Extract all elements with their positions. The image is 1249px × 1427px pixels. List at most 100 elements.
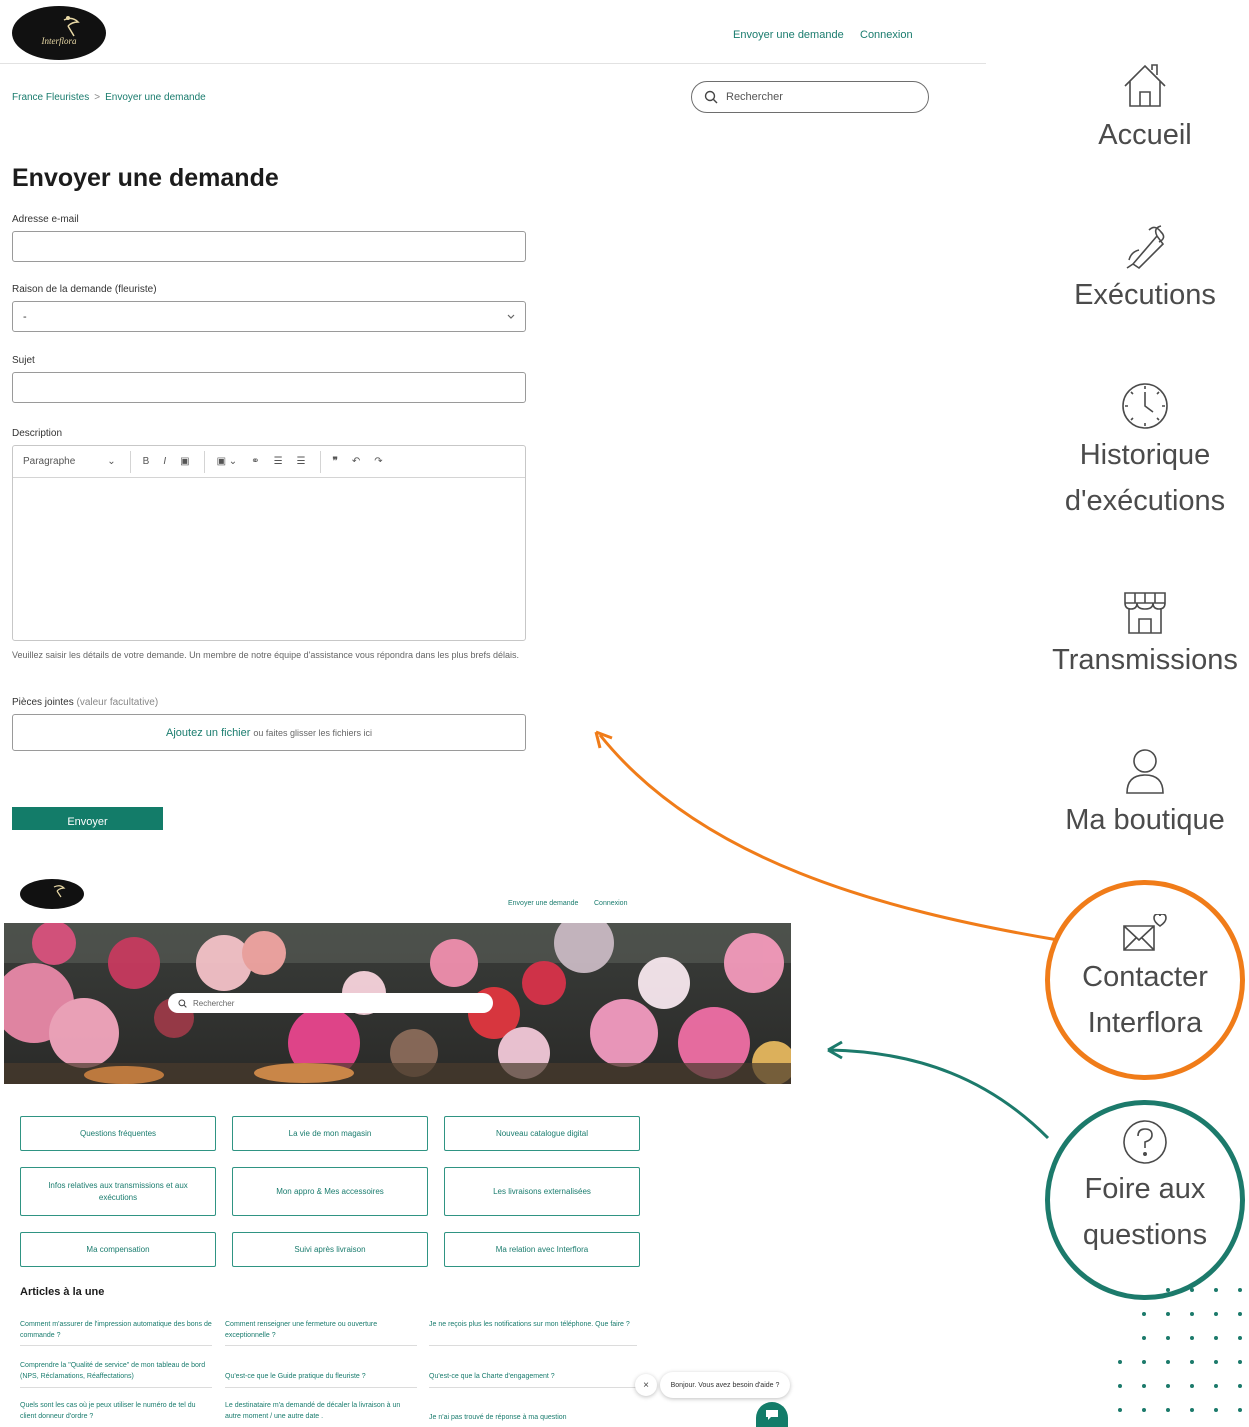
attachments-label-text: Pièces jointes <box>12 697 74 708</box>
toolbar-separator <box>129 450 131 473</box>
chat-bubble[interactable]: Bonjour. Vous avez besoin d'aide ? <box>660 1372 790 1398</box>
undo-icon[interactable]: ↶ <box>352 456 360 467</box>
reason-label: Raison de la demande (fleuriste) <box>12 284 157 295</box>
reason-select[interactable]: - <box>12 301 526 332</box>
articles-title: Articles à la une <box>20 1286 105 1298</box>
category-relation-interflora[interactable]: Ma relation avec Interflora <box>444 1232 640 1267</box>
redo-icon[interactable]: ↷ <box>374 456 382 467</box>
article-divider <box>20 1387 212 1388</box>
attachments-label: Pièces jointes (valeur facultative) <box>12 697 158 708</box>
request-page-screenshot: Interflora Envoyer une demande Connexion… <box>0 0 990 835</box>
email-field[interactable] <box>12 231 526 262</box>
logo-mark <box>63 16 80 37</box>
chat-message: Bonjour. Vous avez besoin d'aide ? <box>670 1381 780 1389</box>
category-suivi-livraison[interactable]: Suivi après livraison <box>232 1232 428 1267</box>
sidebar-item-executions[interactable]: Exécutions <box>1040 220 1249 318</box>
page-title: Envoyer une demande <box>12 164 279 192</box>
link-icon[interactable]: ⚭ <box>251 456 259 467</box>
sidebar-item-label: Transmissions <box>1052 644 1238 676</box>
description-editor: Paragraphe ⌄ B I ▣ ▣ ⌄ ⚭ ☰ ☰ ❞ ↶ ↷ <box>12 445 526 641</box>
article-link[interactable]: Le destinataire m'a demandé de décaler l… <box>225 1400 417 1422</box>
article-divider <box>225 1387 417 1388</box>
reason-value: - <box>23 310 27 323</box>
attachments-optional: (valeur facultative) <box>76 697 159 708</box>
category-questions-frequentes[interactable]: Questions fréquentes <box>20 1116 216 1151</box>
submit-button[interactable]: Envoyer <box>12 807 163 830</box>
subject-label: Sujet <box>12 355 35 366</box>
sidebar-item-label-line1: Contacter <box>1082 961 1208 993</box>
header-login-link[interactable]: Connexion <box>860 29 913 41</box>
category-livraisons-externalisees[interactable]: Les livraisons externalisées <box>444 1167 640 1216</box>
header-divider <box>0 63 986 64</box>
breadcrumb-root[interactable]: France Fleuristes <box>12 92 89 103</box>
logo-mark <box>53 885 66 898</box>
header-send-request-link[interactable]: Envoyer une demande <box>733 29 844 41</box>
sidebar-item-label-line1: Historique <box>1079 439 1211 471</box>
sidebar-item-accueil[interactable]: Accueil <box>1040 60 1249 158</box>
article-link[interactable]: Qu'est-ce que le Guide pratique du fleur… <box>225 1371 417 1382</box>
sidebar-item-label-line2: d'exécutions <box>1064 485 1226 517</box>
interflora-logo-small[interactable] <box>20 879 84 909</box>
header-login-link[interactable]: Connexion <box>594 900 627 907</box>
sidebar-item-contacter-interflora[interactable]: Contacter Interflora <box>1040 914 1249 1046</box>
interflora-logo[interactable]: Interflora <box>12 6 106 60</box>
hero-banner-image: Rechercher <box>4 923 791 1084</box>
search-icon <box>704 90 718 104</box>
category-appro-accessoires[interactable]: Mon appro & Mes accessoires <box>232 1167 428 1216</box>
toolbar-separator <box>203 450 205 473</box>
bold-button[interactable]: B <box>143 456 150 467</box>
category-catalogue-digital[interactable]: Nouveau catalogue digital <box>444 1116 640 1151</box>
subject-field[interactable] <box>12 372 526 403</box>
toolbar-separator <box>319 450 321 473</box>
bouquet-icon <box>1126 225 1165 270</box>
search-icon <box>178 998 187 1008</box>
chevron-down-icon: ⌄ <box>107 456 116 467</box>
category-vie-magasin[interactable]: La vie de mon magasin <box>232 1116 428 1151</box>
article-divider <box>225 1345 417 1346</box>
sidebar-item-historique[interactable]: Historique d'exécutions <box>1040 380 1249 524</box>
paragraph-dropdown[interactable]: Paragraphe ⌄ <box>23 456 116 467</box>
search-input[interactable]: Rechercher <box>691 81 929 113</box>
sidebar-item-label: Exécutions <box>1074 279 1216 311</box>
logo-text: Interflora <box>41 36 77 46</box>
user-icon <box>1126 749 1164 794</box>
article-divider <box>429 1345 637 1346</box>
sidebar-item-label-line1: Foire aux <box>1084 1173 1206 1205</box>
article-link[interactable]: Je n'ai pas trouvé de réponse à ma quest… <box>429 1412 637 1423</box>
shop-icon <box>1124 592 1166 634</box>
article-link[interactable]: Comment renseigner une fermeture ou ouve… <box>225 1319 417 1341</box>
article-link[interactable]: Je ne reçois plus les notifications sur … <box>429 1319 637 1330</box>
paragraph-label: Paragraphe <box>23 456 76 467</box>
chat-icon <box>766 1409 778 1420</box>
category-transmissions-executions[interactable]: Infos relatives aux transmissions et aux… <box>20 1167 216 1216</box>
article-link[interactable]: Comment m'assurer de l'impression automa… <box>20 1319 212 1341</box>
article-link[interactable]: Comprendre la "Qualité de service" de mo… <box>20 1360 212 1382</box>
chat-launcher-button[interactable] <box>756 1402 788 1427</box>
attachments-dropzone[interactable]: Ajoutez un fichier ou faites glisser les… <box>12 714 526 751</box>
header-send-request-link[interactable]: Envoyer une demande <box>508 900 578 907</box>
category-compensation[interactable]: Ma compensation <box>20 1232 216 1267</box>
chat-close-button[interactable]: × <box>635 1374 657 1396</box>
quote-icon[interactable]: ❞ <box>333 456 338 467</box>
close-icon: × <box>643 1379 649 1391</box>
sidebar-item-label-line2: Interflora <box>1087 1007 1203 1039</box>
bullet-list-icon[interactable]: ☰ <box>274 456 283 467</box>
sidebar-item-transmissions[interactable]: Transmissions <box>1040 585 1249 683</box>
article-link[interactable]: Qu'est-ce que la Charte d'engagement ? <box>429 1371 637 1382</box>
search-placeholder: Rechercher <box>726 91 783 103</box>
breadcrumb-current[interactable]: Envoyer une demande <box>105 92 206 103</box>
sidebar-item-foire-aux-questions[interactable]: Foire aux questions <box>1040 1118 1249 1258</box>
image-icon[interactable]: ▣ <box>180 456 189 467</box>
add-file-link[interactable]: Ajoutez un fichier <box>166 727 250 739</box>
media-icon[interactable]: ▣ ⌄ <box>217 456 238 467</box>
hero-search-input[interactable]: Rechercher <box>168 993 493 1013</box>
sidebar-item-ma-boutique[interactable]: Ma boutique <box>1040 745 1249 843</box>
sidebar-item-label: Accueil <box>1098 119 1192 151</box>
italic-button[interactable]: I <box>163 456 166 467</box>
numbered-list-icon[interactable]: ☰ <box>297 456 306 467</box>
article-link[interactable]: Quels sont les cas où je peux utiliser l… <box>20 1400 212 1422</box>
teal-arrow <box>829 1048 1050 1140</box>
decorative-dot-grid <box>1110 1280 1249 1427</box>
clock-icon <box>1122 383 1168 429</box>
sidebar-item-label: Ma boutique <box>1065 804 1225 836</box>
